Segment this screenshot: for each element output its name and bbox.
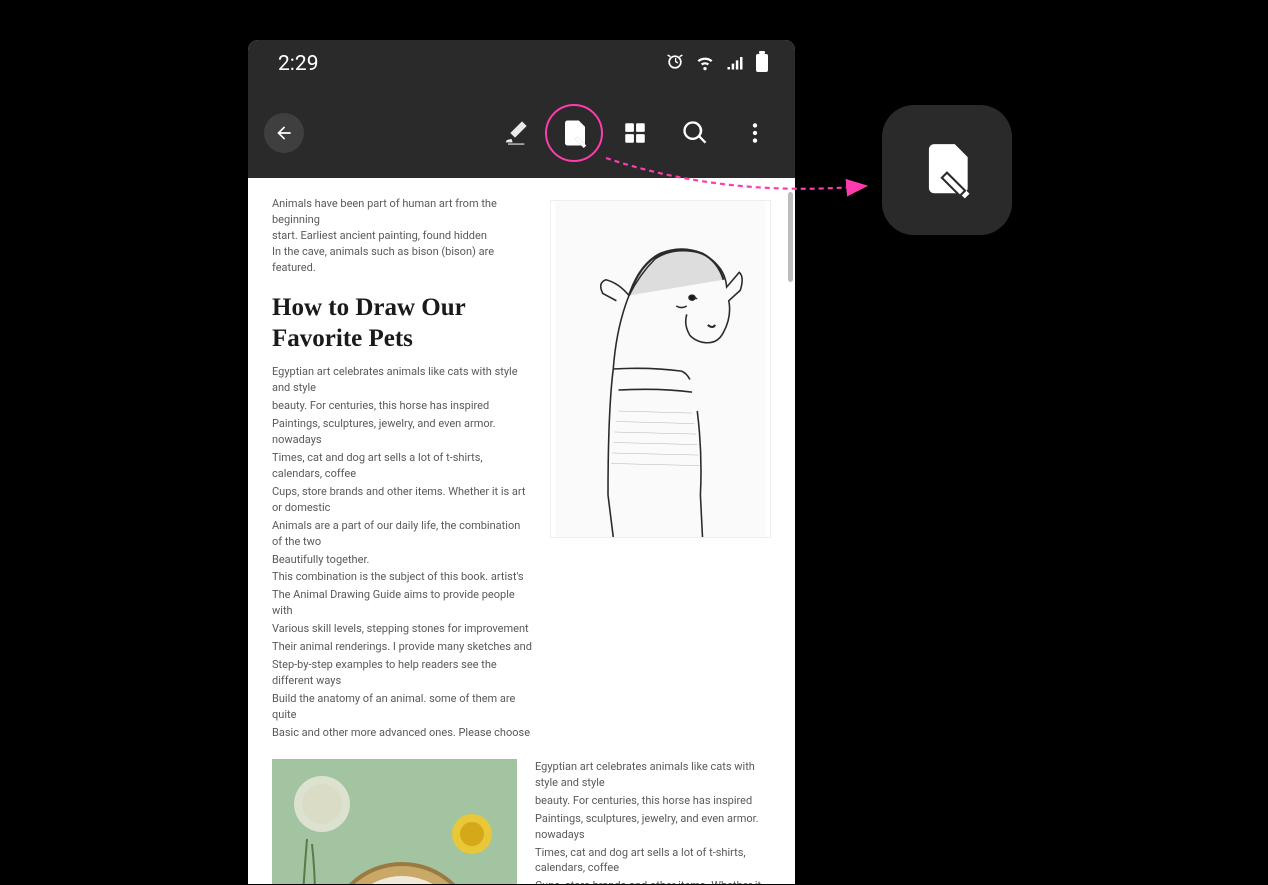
battery-icon — [755, 51, 769, 77]
more-icon[interactable] — [739, 117, 771, 149]
body-paragraph-1: Egyptian art celebrates animals like cat… — [272, 364, 532, 741]
back-button[interactable] — [264, 113, 304, 153]
body-line: The Animal Drawing Guide aims to provide… — [272, 587, 532, 619]
signal-icon — [725, 52, 745, 76]
body-line: Egyptian art celebrates animals like cat… — [272, 364, 532, 396]
body-line: Animals are a part of our daily life, th… — [272, 518, 532, 550]
body-line: Times, cat and dog art sells a lot of t-… — [272, 450, 532, 482]
alarm-icon — [665, 52, 685, 76]
body-line: beauty. For centuries, this horse has in… — [535, 793, 771, 809]
status-bar: 2:29 — [248, 40, 795, 88]
body-line: Paintings, sculptures, jewelry, and even… — [535, 811, 771, 843]
document-content[interactable]: Animals have been part of human art from… — [248, 178, 795, 884]
scrollbar[interactable] — [788, 192, 793, 282]
phone-mockup: 2:29 — [248, 40, 795, 884]
status-time: 2:29 — [278, 52, 319, 76]
app-toolbar — [248, 88, 795, 178]
callout-note-edit-icon — [882, 105, 1012, 235]
wifi-icon — [695, 52, 715, 76]
grid-icon[interactable] — [619, 117, 651, 149]
body-line: Beautifully together. — [272, 552, 532, 568]
dog-sketch-image — [550, 200, 771, 538]
body-line: Various skill levels, stepping stones fo… — [272, 621, 532, 637]
intro-line: start. Earliest ancient painting, found … — [272, 228, 532, 244]
intro-line: Animals have been part of human art from… — [272, 196, 532, 228]
body-line: Basic and other more advanced ones. Plea… — [272, 725, 532, 741]
body-line: Cups, store brands and other items. Whet… — [535, 878, 771, 884]
highlighter-icon[interactable] — [499, 117, 531, 149]
body-line: This combination is the subject of this … — [272, 569, 532, 585]
body-line: Paintings, sculptures, jewelry, and even… — [272, 416, 532, 448]
body-line: Step-by-step examples to help readers se… — [272, 657, 532, 689]
search-icon[interactable] — [679, 117, 711, 149]
body-line: Times, cat and dog art sells a lot of t-… — [535, 845, 771, 877]
body-line: Egyptian art celebrates animals like cat… — [535, 759, 771, 791]
page-title: How to Draw Our Favorite Pets — [272, 292, 532, 355]
body-line: Build the anatomy of an animal. some of … — [272, 691, 532, 723]
status-icons-group — [665, 51, 769, 77]
intro-text: Animals have been part of human art from… — [272, 196, 532, 743]
embroidery-image: Porfirio — [272, 759, 517, 884]
note-edit-icon[interactable] — [559, 117, 591, 149]
intro-line: In the cave, animals such as bison (biso… — [272, 244, 532, 276]
body-line: Their animal renderings. I provide many … — [272, 639, 532, 655]
body-line: beauty. For centuries, this horse has in… — [272, 398, 532, 414]
body-line: Cups, store brands and other items. Whet… — [272, 484, 532, 516]
body-paragraph-2: Egyptian art celebrates animals like cat… — [535, 759, 771, 884]
